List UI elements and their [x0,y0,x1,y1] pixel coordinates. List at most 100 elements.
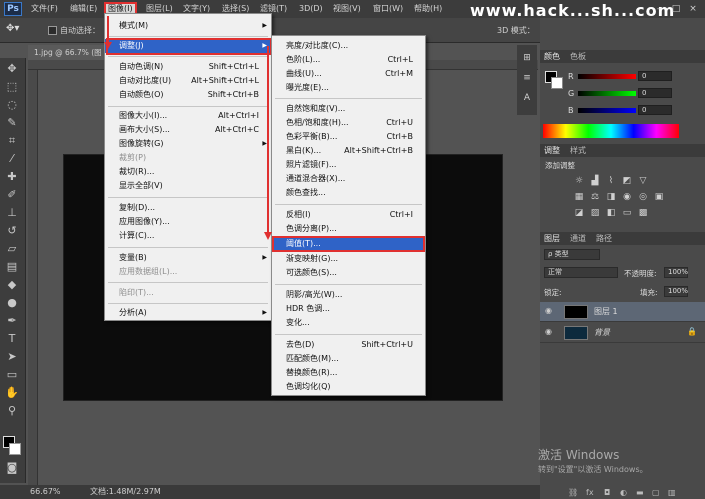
adjust-menu-item[interactable]: 色彩平衡(B)... Ctrl+B [272,130,425,144]
tab-layers[interactable]: 图层 [544,233,560,244]
clone-stamp-icon[interactable]: ⊥ [5,206,19,220]
image-menu-item[interactable]: 自动色调(N) Shift+Ctrl+L [105,60,271,74]
zoom-level[interactable]: 66.67% [30,485,61,499]
color-lookup-icon[interactable]: ▣ [653,192,665,202]
adjust-menu-item[interactable]: 阴影/高光(W)... [272,288,425,302]
adjust-menu-item[interactable]: 变化... [272,316,425,330]
brush-icon[interactable]: ✐ [5,188,19,202]
image-menu-item[interactable]: 变量(B) ▶ [105,251,271,265]
adjust-menu-item[interactable]: 颜色查找... [272,186,425,200]
adjust-menu-item[interactable]: 色相/饱和度(H)... Ctrl+U [272,116,425,130]
adjust-menu-item[interactable]: 反相(I) Ctrl+I [272,208,425,222]
image-menu-item[interactable]: 裁切(R)... [105,165,271,179]
dodge-icon[interactable]: ● [5,296,19,310]
opacity-input[interactable]: 100% [664,267,688,278]
marquee-icon[interactable]: ⬚ [5,80,19,94]
tab-styles[interactable]: 样式 [570,145,586,156]
red-slider[interactable] [578,74,636,79]
healing-brush-icon[interactable]: ✚ [5,170,19,184]
adjust-menu-item[interactable]: 替换颜色(R)... [272,366,425,380]
green-slider[interactable] [578,91,636,96]
adjust-menu-item[interactable]: 自然饱和度(V)... [272,102,425,116]
adjust-menu-item[interactable]: 渐变映射(G)... [272,252,425,266]
properties-panel-icon[interactable]: ≡ [521,73,533,83]
image-menu-item[interactable]: 自动对比度(U) Alt+Shift+Ctrl+L [105,74,271,88]
photo-filter-icon[interactable]: ◉ [621,192,633,202]
color-balance-icon[interactable]: ⚖ [589,192,601,202]
adjust-menu-item[interactable]: HDR 色调... [272,302,425,316]
tab-swatches[interactable]: 色板 [570,51,586,62]
history-panel-icon[interactable]: ⊞ [521,53,533,63]
image-menu-item[interactable]: 复制(D)... [105,201,271,215]
lasso-icon[interactable]: ◌ [5,98,19,112]
hand-icon[interactable]: ✋ [5,386,19,400]
image-menu-item[interactable]: 图像大小(I)... Alt+Ctrl+I [105,109,271,123]
red-value-input[interactable]: 0 [638,71,672,81]
move-icon[interactable]: ✥ [5,62,19,76]
adjust-menu-item[interactable]: 通道混合器(X)... [272,172,425,186]
brightness-icon[interactable]: ☼ [573,176,585,186]
image-menu-item[interactable]: 分析(A) ▶ [105,306,271,320]
crop-icon[interactable]: ⌗ [5,134,19,148]
new-layer-icon[interactable]: ▢ [652,488,660,497]
adjust-menu-item[interactable]: 色调分离(P)... [272,222,425,236]
background-color-swatch[interactable] [9,443,21,455]
layer-row[interactable]: ◉ 图层 1 [540,302,705,322]
vibrance-icon[interactable]: ▽ [637,176,649,186]
adjust-menu-item[interactable]: 色阶(L)... Ctrl+L [272,53,425,67]
adjust-menu-item[interactable]: 匹配颜色(M)... [272,352,425,366]
group-icon[interactable]: ▬ [636,488,644,497]
adjust-menu-item[interactable]: 照片滤镜(F)... [272,158,425,172]
shape-icon[interactable]: ▭ [5,368,19,382]
image-menu-item[interactable]: 图像旋转(G) ▶ [105,137,271,151]
adjust-menu-item[interactable]: 可选颜色(S)... [272,266,425,280]
quick-mask-icon[interactable]: ◙ [5,461,19,475]
image-menu-item[interactable]: 显示全部(V) [105,179,271,193]
move-tool-icon[interactable]: ✥▾ [6,23,24,37]
type-icon[interactable]: T [5,332,19,346]
character-panel-icon[interactable]: A [521,93,533,103]
eyedropper-icon[interactable]: ⁄ [5,152,19,166]
fx-icon[interactable]: fx [586,488,594,497]
close-icon[interactable]: × [686,3,700,15]
tab-channels[interactable]: 通道 [570,233,586,244]
adjust-menu-item[interactable]: 曝光度(E)... [272,81,425,95]
adjust-menu-item[interactable]: 曲线(U)... Ctrl+M [272,67,425,81]
eye-icon[interactable]: ◉ [545,306,552,315]
adjust-menu-item[interactable]: 色调均化(Q) [272,380,425,394]
menu-file[interactable]: 文件(F) [31,3,58,16]
gradient-icon[interactable]: ▤ [5,260,19,274]
image-menu-item[interactable]: 计算(C)... [105,229,271,243]
threshold-icon[interactable]: ◧ [605,208,617,218]
layer-row[interactable]: ◉ 背景 🔒 [540,323,705,343]
curves-icon[interactable]: ⌇ [605,176,617,186]
blur-icon[interactable]: ◆ [5,278,19,292]
color-spectrum-bar[interactable] [543,124,679,138]
channel-mixer-icon[interactable]: ◎ [637,192,649,202]
hue-saturation-icon[interactable]: ▦ [573,192,585,202]
image-menu-item[interactable]: 应用图像(Y)... [105,215,271,229]
auto-select-checkbox[interactable] [48,26,57,35]
path-select-icon[interactable]: ➤ [5,350,19,364]
trash-icon[interactable]: ▥ [668,488,676,497]
quick-select-icon[interactable]: ✎ [5,116,19,130]
minimize-icon[interactable]: – [652,3,666,15]
pen-icon[interactable]: ✒ [5,314,19,328]
image-menu-item[interactable]: 画布大小(S)... Alt+Ctrl+C [105,123,271,137]
mask-icon[interactable]: ◘ [604,488,610,497]
blend-mode-select[interactable]: 正常 [544,267,618,278]
eraser-icon[interactable]: ▱ [5,242,19,256]
black-white-icon[interactable]: ◨ [605,192,617,202]
layer-kind-filter[interactable]: ρ 类型 [544,249,600,260]
zoom-icon[interactable]: ⚲ [5,404,19,418]
gradient-map-icon[interactable]: ▭ [621,208,633,218]
invert-icon[interactable]: ◪ [573,208,585,218]
green-value-input[interactable]: 0 [638,88,672,98]
eye-icon[interactable]: ◉ [545,327,552,336]
selective-color-icon[interactable]: ▩ [637,208,649,218]
menu-view[interactable]: 视图(V) [333,3,361,16]
blue-slider[interactable] [578,108,636,113]
adjust-menu-item[interactable]: 亮度/对比度(C)... [272,39,425,53]
menu-3d[interactable]: 3D(D) [299,3,323,16]
adjust-menu-item[interactable]: 黑白(K)... Alt+Shift+Ctrl+B [272,144,425,158]
